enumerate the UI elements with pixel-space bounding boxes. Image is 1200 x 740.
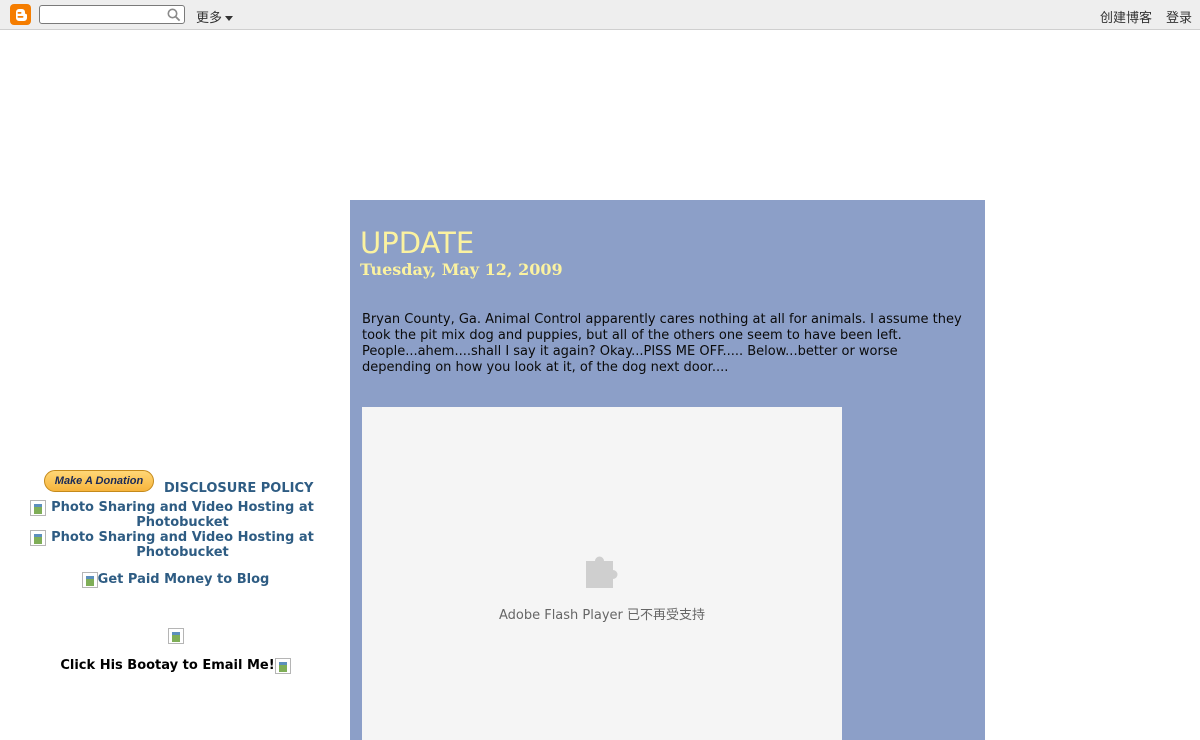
post-title[interactable]: UPDATE xyxy=(360,226,474,260)
search-icon[interactable] xyxy=(167,7,181,26)
search-box xyxy=(39,5,185,24)
email-me-link[interactable]: Click His Bootay to Email Me! xyxy=(28,658,323,674)
post-body: Bryan County, Ga. Animal Control apparen… xyxy=(362,312,962,375)
chevron-down-icon xyxy=(225,16,234,21)
more-menu[interactable]: 更多 xyxy=(196,7,234,26)
donate-row: Make A Donation DISCLOSURE POLICY xyxy=(28,470,323,500)
blogger-navbar: 更多 创建博客 登录 xyxy=(0,0,1200,30)
donate-button[interactable]: Make A Donation xyxy=(44,470,154,492)
sidebar: Make A Donation DISCLOSURE POLICY Photo … xyxy=(28,470,323,674)
email-me-label: Click His Bootay to Email Me! xyxy=(60,658,275,673)
disclosure-policy-link[interactable]: DISCLOSURE POLICY xyxy=(164,481,313,496)
search-input[interactable] xyxy=(43,7,163,22)
photobucket-link[interactable]: Photo Sharing and Video Hosting at Photo… xyxy=(28,500,323,530)
get-paid-link[interactable]: Get Paid Money to Blog xyxy=(28,572,323,588)
get-paid-link-label: Get Paid Money to Blog xyxy=(97,572,270,587)
login-link[interactable]: 登录 xyxy=(1166,7,1192,26)
post-date: Tuesday, May 12, 2009 xyxy=(360,260,563,279)
image-row xyxy=(28,628,323,644)
puzzle-piece-icon xyxy=(580,547,624,595)
broken-image-icon xyxy=(274,658,291,674)
broken-image-icon xyxy=(30,500,46,516)
broken-image-icon[interactable] xyxy=(167,628,184,644)
photobucket-link-label: Photo Sharing and Video Hosting at Photo… xyxy=(51,500,314,530)
photobucket-link[interactable]: Photo Sharing and Video Hosting at Photo… xyxy=(28,530,323,560)
broken-image-icon xyxy=(30,530,46,546)
broken-image-icon xyxy=(81,572,98,588)
blogger-logo-icon[interactable] xyxy=(10,4,31,25)
create-blog-link[interactable]: 创建博客 xyxy=(1100,7,1152,26)
main-post: UPDATE Tuesday, May 12, 2009 Bryan Count… xyxy=(350,200,985,740)
flash-embed[interactable]: Adobe Flash Player 已不再受支持 xyxy=(362,407,842,740)
more-menu-label: 更多 xyxy=(196,11,223,26)
photobucket-link-label: Photo Sharing and Video Hosting at Photo… xyxy=(51,530,314,560)
flash-unsupported-message: Adobe Flash Player 已不再受支持 xyxy=(498,608,706,623)
